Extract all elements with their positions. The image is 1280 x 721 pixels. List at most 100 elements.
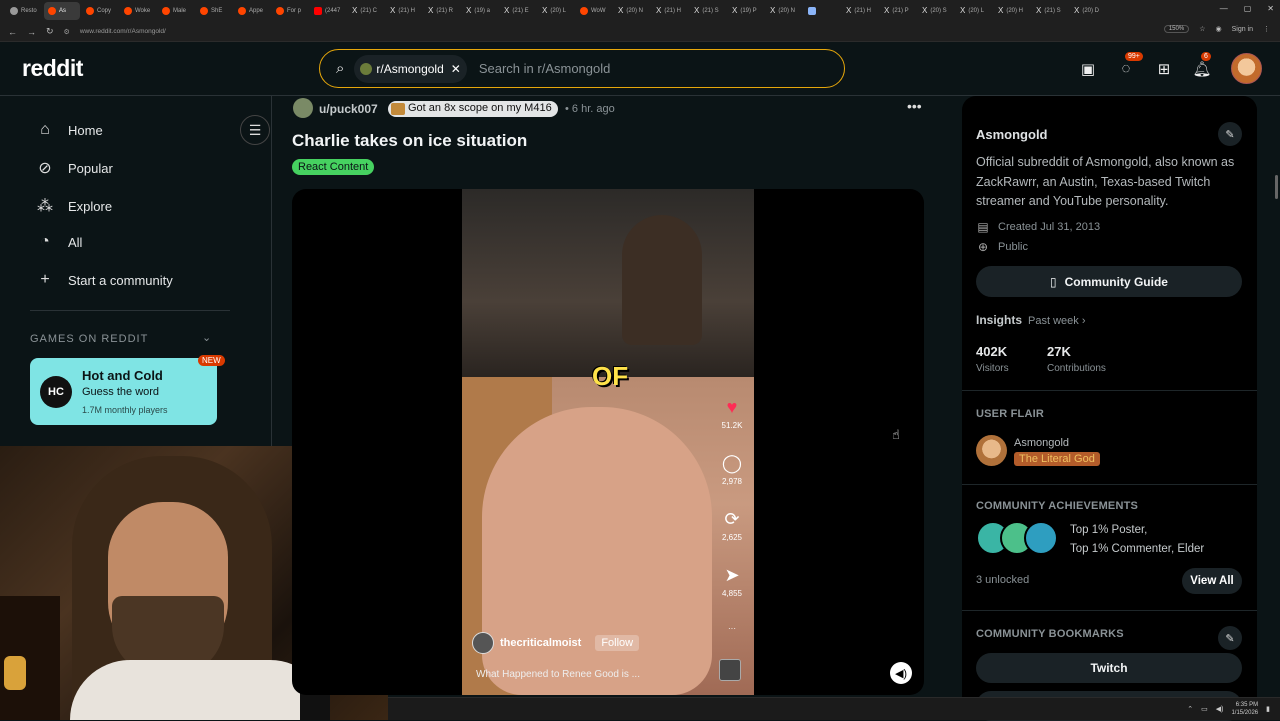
x-logo-icon: X <box>618 6 624 15</box>
chevron-down-icon[interactable]: ⌄ <box>202 331 211 344</box>
heart-icon: ♥ <box>726 397 738 417</box>
reload-icon[interactable]: ↻ <box>46 26 54 37</box>
browser-tab[interactable]: X (19) a <box>462 2 498 20</box>
contributions-label: Contributions <box>1047 363 1106 374</box>
chat-icon[interactable]: ◌ 99+ <box>1117 51 1143 78</box>
back-icon[interactable]: ← <box>8 27 17 37</box>
x-logo-icon: X <box>998 6 1004 15</box>
browser-tab[interactable]: X (21) C <box>348 2 384 20</box>
chip-close-icon[interactable]: ✕ <box>451 62 461 76</box>
bookmark-star-icon[interactable]: ☆ <box>1199 25 1205 33</box>
forward-icon[interactable]: → <box>27 27 36 37</box>
browser-tab[interactable]: X (21) H <box>652 2 688 20</box>
create-post-icon[interactable]: ⊞ <box>1155 60 1173 78</box>
browser-tab[interactable]: For p <box>272 2 308 20</box>
browser-tab[interactable]: X (21) H <box>386 2 422 20</box>
nav-popular[interactable]: ⊘ Popular <box>36 158 113 178</box>
reddit-logo[interactable]: reddit <box>22 55 83 82</box>
browser-tab[interactable]: X (21) R <box>424 2 460 20</box>
browser-tab[interactable]: As <box>44 2 80 20</box>
browser-tab[interactable]: X (20) H <box>994 2 1030 20</box>
advertise-icon[interactable]: ▣ <box>1079 60 1097 78</box>
edit-icon[interactable]: ✎ <box>1218 122 1242 146</box>
games-heading[interactable]: GAMES ON REDDIT <box>30 333 148 345</box>
close-window-icon[interactable]: ✕ <box>1267 4 1274 13</box>
nav-start-community[interactable]: + Start a community <box>36 271 172 289</box>
browser-tab[interactable]: X (21) E <box>500 2 536 20</box>
page-scrollbar[interactable] <box>1275 175 1278 199</box>
search-icon: ⌕ <box>336 60 345 77</box>
volume-tray-icon[interactable]: ◀) <box>1216 705 1224 713</box>
nav-all[interactable]: ◔ All <box>36 233 82 251</box>
x-logo-icon: X <box>694 6 700 15</box>
browser-tab[interactable]: X (21) H <box>842 2 878 20</box>
all-icon: ◔ <box>40 233 50 250</box>
browser-tab[interactable] <box>804 2 840 20</box>
volume-icon[interactable]: ◀) <box>890 662 912 684</box>
tray-clock[interactable]: 6:35 PM 1/15/2026 <box>1231 701 1258 717</box>
search-input[interactable]: Search in r/Asmongold <box>479 61 611 76</box>
browser-tab[interactable]: Woke <box>120 2 156 20</box>
edit-bookmarks-icon[interactable]: ✎ <box>1218 626 1242 650</box>
browser-tab[interactable]: Copy <box>82 2 118 20</box>
user-flair-heading: USER FLAIR <box>976 408 1044 420</box>
reddit-icon <box>276 7 284 15</box>
url-text[interactable]: www.reddit.com/r/Asmongold/ <box>80 28 166 35</box>
view-all-button[interactable]: View All <box>1182 568 1242 594</box>
achievement-badge-icon <box>1024 521 1058 555</box>
browser-tab[interactable]: Resto <box>6 2 42 20</box>
browser-tab[interactable]: (2447 <box>310 2 346 20</box>
flair-username: Asmongold <box>1014 437 1070 449</box>
signin-text[interactable]: Sign in <box>1232 26 1253 33</box>
subreddit-avatar <box>360 62 373 75</box>
sidebar-divider <box>962 610 1257 611</box>
post-username[interactable]: u/puck007 <box>319 102 378 116</box>
notifications-icon[interactable]: 🔔︎ 6 <box>1192 51 1212 78</box>
notification-center-icon[interactable]: ▮ <box>1266 705 1270 713</box>
post-user-avatar[interactable] <box>293 98 313 118</box>
browser-tab-label: (21) S <box>702 8 719 14</box>
sidebar-divider <box>962 484 1257 485</box>
browser-tab[interactable]: X (20) D <box>1070 2 1106 20</box>
collapse-nav-button[interactable]: ☰ <box>240 115 270 145</box>
chevron-up-icon[interactable]: ⌃ <box>1187 705 1193 713</box>
nav-home[interactable]: ⌂ Home <box>36 121 103 139</box>
menu-icon[interactable]: ⋮ <box>1263 25 1270 33</box>
site-info-icon[interactable]: ⚙ <box>64 28 70 36</box>
user-avatar[interactable] <box>1231 53 1262 84</box>
browser-tab[interactable]: X (20) N <box>614 2 650 20</box>
nav-explore[interactable]: ⁂ Explore <box>36 196 112 216</box>
browser-tab[interactable]: X (21) P <box>880 2 916 20</box>
browser-tab[interactable]: Male <box>158 2 194 20</box>
zoom-level[interactable]: 150% <box>1163 25 1190 33</box>
post-title[interactable]: Charlie takes on ice situation <box>292 131 527 151</box>
browser-tab-label: (21) S <box>1044 8 1061 14</box>
minimize-icon[interactable]: — <box>1220 4 1228 13</box>
network-icon[interactable]: ▭ <box>1201 705 1208 713</box>
community-guide-button[interactable]: ▯ Community Guide <box>976 266 1242 297</box>
browser-tab[interactable]: X (20) N <box>766 2 802 20</box>
browser-tab[interactable]: ShE <box>196 2 232 20</box>
browser-tab[interactable]: X (20) S <box>918 2 954 20</box>
browser-tab[interactable]: WoW <box>576 2 612 20</box>
more-options-icon[interactable]: ••• <box>907 98 922 114</box>
browser-tab[interactable]: X (19) P <box>728 2 764 20</box>
browser-tab[interactable]: X (21) S <box>690 2 726 20</box>
maximize-icon[interactable]: ▢ <box>1244 4 1252 13</box>
browser-tab[interactable]: X (21) S <box>1032 2 1068 20</box>
browser-tab[interactable]: X (20) L <box>956 2 992 20</box>
creator-name: thecriticalmoist <box>500 637 582 649</box>
search-bar[interactable]: ⌕ r/Asmongold ✕ Search in r/Asmongold <box>319 49 845 88</box>
browser-tab[interactable]: Appe <box>234 2 270 20</box>
flair-tag[interactable]: The Literal God <box>1014 452 1100 466</box>
achievement-badges[interactable] <box>976 521 1058 555</box>
browser-tab[interactable]: X (20) L <box>538 2 574 20</box>
profile-icon[interactable]: ◉ <box>1215 25 1221 33</box>
game-card-hot-and-cold[interactable]: HC Hot and Cold Guess the word 1.7M mont… <box>30 358 217 425</box>
bookmark-twitch-button[interactable]: Twitch <box>976 653 1242 683</box>
share-action: ➤ 4,855 <box>722 565 742 621</box>
subreddit-search-chip[interactable]: r/Asmongold ✕ <box>354 54 467 83</box>
video-player[interactable]: OF ♥ 51.2K ◯ 2,978 ⟳ 2,625 ➤ 4,855 ··· thecr… <box>292 189 924 695</box>
insights-header[interactable]: Insights Past week › <box>976 313 1085 327</box>
post-flair-tag[interactable]: React Content <box>292 159 375 175</box>
